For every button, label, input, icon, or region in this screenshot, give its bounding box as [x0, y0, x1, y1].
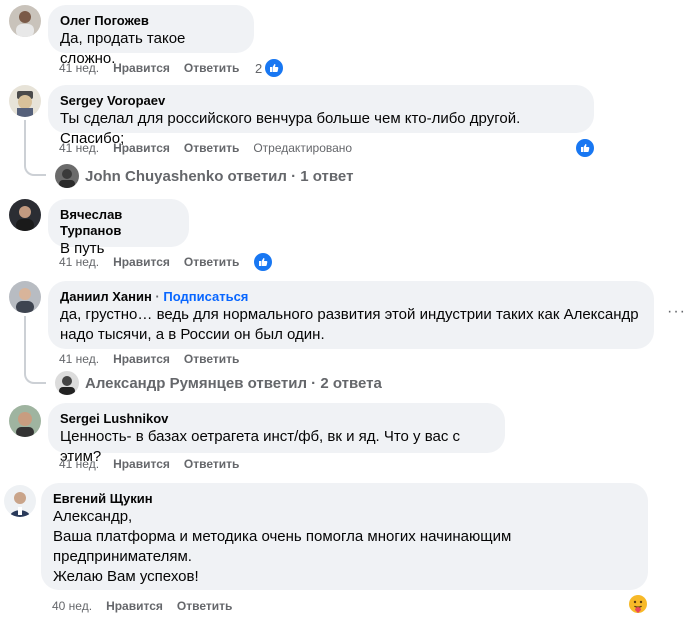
thread-connector: [24, 370, 46, 384]
comment-time[interactable]: 41 нед.: [59, 254, 99, 270]
comment-bubble: Олег Погожев Да, продать такое сложно.: [48, 5, 254, 67]
view-replies[interactable]: John Chuyashenko ответил · 1 ответ: [55, 164, 353, 188]
comment-actions: 41 нед. Нравится Ответить: [59, 60, 253, 76]
comment-author-row: Даниил Ханин · Подписаться: [60, 289, 642, 305]
like-button[interactable]: Нравится: [113, 351, 170, 367]
reactions[interactable]: [253, 252, 273, 272]
reply-button[interactable]: Ответить: [184, 60, 239, 76]
thumbs-up-icon: [253, 252, 273, 272]
avatar[interactable]: [9, 85, 41, 117]
thumbs-up-icon: [575, 138, 595, 158]
replies-summary: Александр Румянцев ответил · 2 ответа: [85, 374, 382, 392]
reply-button[interactable]: Ответить: [184, 140, 239, 156]
comment-text: надо тысячи, а в России он был один.: [60, 326, 325, 343]
reply-button[interactable]: Ответить: [184, 351, 239, 367]
comment-bubble: Sergei Lushnikov Ценность- в базах оетра…: [48, 403, 505, 465]
like-button[interactable]: Нравится: [113, 254, 170, 270]
comment-time[interactable]: 40 нед.: [52, 598, 92, 614]
comment-actions: 41 нед. Нравится Ответить: [59, 351, 253, 367]
comment-author[interactable]: Sergei Lushnikov: [60, 411, 493, 427]
comment-author[interactable]: Вячеслав Турпанов: [60, 207, 177, 239]
comment-actions: 41 нед. Нравится Ответить Отредактировано: [59, 140, 366, 156]
avatar[interactable]: [9, 405, 41, 437]
comment-time[interactable]: 41 нед.: [59, 456, 99, 472]
follow-button[interactable]: Подписаться: [163, 289, 248, 304]
comment-time[interactable]: 41 нед.: [59, 60, 99, 76]
view-replies[interactable]: Александр Румянцев ответил · 2 ответа: [55, 371, 382, 395]
comment-author[interactable]: Олег Погожев: [60, 13, 242, 29]
comment-text: да, грустно… ведь для нормального развит…: [60, 306, 639, 323]
reply-button[interactable]: Ответить: [177, 598, 232, 614]
reaction-count: 2: [255, 60, 263, 76]
comment-author[interactable]: Sergey Voropaev: [60, 93, 582, 109]
comment-actions: 41 нед. Нравится Ответить: [59, 456, 253, 472]
reactions[interactable]: [628, 594, 648, 617]
comment-time[interactable]: 41 нед.: [59, 351, 99, 367]
reply-avatar: [55, 371, 79, 395]
comment-actions: 40 нед. Нравится Ответить: [52, 598, 246, 614]
thread-connector: [24, 162, 46, 176]
comment-bubble: Sergey Voropaev Ты сделал для российског…: [48, 85, 594, 147]
like-button[interactable]: Нравится: [113, 456, 170, 472]
avatar[interactable]: [9, 199, 41, 231]
reactions[interactable]: [575, 138, 595, 158]
separator-dot: ·: [155, 289, 160, 304]
comment-author[interactable]: Евгений Щукин: [53, 491, 636, 507]
comment-bubble: Евгений Щукин Александр, Ваша платформа …: [41, 483, 648, 590]
comment-author[interactable]: Даниил Ханин: [60, 289, 152, 304]
comment-text: Желаю Вам успехов!: [53, 568, 199, 585]
avatar[interactable]: [9, 281, 41, 313]
thumbs-up-icon: [264, 58, 285, 78]
more-options-icon[interactable]: ···: [667, 303, 686, 321]
avatar[interactable]: [9, 5, 41, 37]
reply-button[interactable]: Ответить: [184, 456, 239, 472]
like-button[interactable]: Нравится: [113, 60, 170, 76]
reply-button[interactable]: Ответить: [184, 254, 239, 270]
care-emoji-icon: [628, 594, 648, 617]
thread-line: [24, 120, 26, 162]
comment-text: предпринимателям.: [53, 548, 192, 565]
comment-actions: 41 нед. Нравится Ответить: [59, 254, 253, 270]
replies-summary: John Chuyashenko ответил · 1 ответ: [85, 167, 354, 185]
comment-time[interactable]: 41 нед.: [59, 140, 99, 156]
reply-avatar: [55, 164, 79, 188]
comment-text: Ваша платформа и методика очень помогла …: [53, 528, 512, 545]
like-button[interactable]: Нравится: [113, 140, 170, 156]
thread-line: [24, 316, 26, 370]
like-button[interactable]: Нравится: [106, 598, 163, 614]
edited-label: Отредактировано: [253, 141, 353, 155]
comment-bubble: Даниил Ханин · Подписаться да, грустно… …: [48, 281, 654, 349]
comment-text: Александр,: [53, 508, 133, 525]
avatar[interactable]: [4, 485, 36, 517]
reactions[interactable]: 2: [255, 58, 285, 78]
comment-bubble: Вячеслав Турпанов В путь: [48, 199, 189, 257]
